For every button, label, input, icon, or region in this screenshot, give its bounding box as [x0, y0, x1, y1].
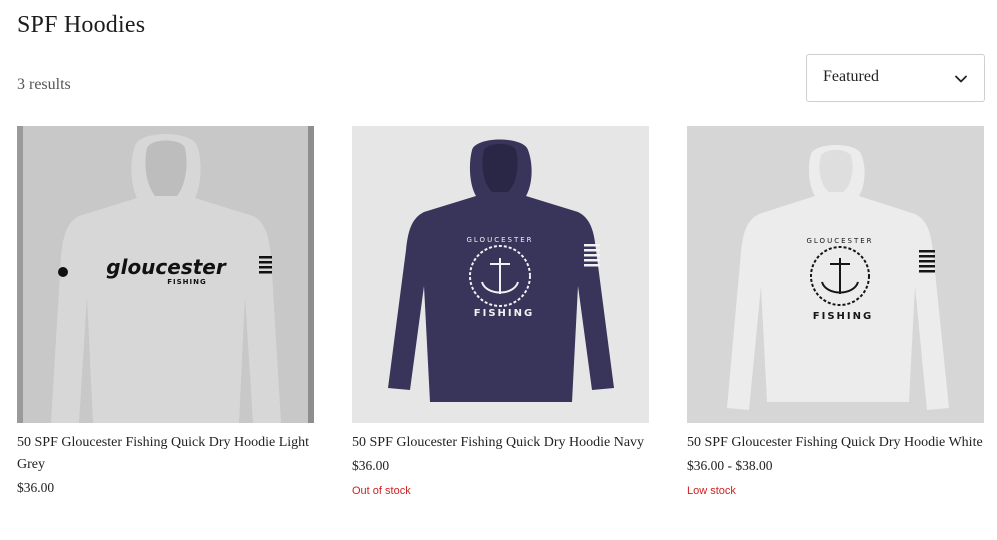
product-image[interactable]: GLOUCESTER FISHING	[352, 126, 649, 423]
product-card[interactable]: GLOUCESTER FISHING 50 SPF Gloucester Fis…	[352, 126, 649, 497]
sort-selected-value: Featured	[823, 68, 879, 85]
stock-status: Low stock	[687, 485, 736, 497]
logo-subtext: FISHING	[813, 311, 873, 322]
page-title: SPF Hoodies	[17, 12, 146, 38]
logo-text: GLOUCESTER	[466, 236, 533, 244]
product-image[interactable]: gloucester FISHING	[17, 126, 314, 423]
product-price: $36.00	[352, 458, 390, 473]
logo-text: gloucester	[106, 255, 227, 279]
chevron-down-icon	[955, 75, 967, 83]
product-name[interactable]: 50 SPF Gloucester Fishing Quick Dry Hood…	[17, 432, 314, 476]
result-count: 3 results	[17, 76, 71, 93]
product-price: $36.00	[17, 480, 55, 495]
sleeve-logo-graphic	[58, 267, 68, 277]
product-name[interactable]: 50 SPF Gloucester Fishing Quick Dry Hood…	[687, 432, 984, 454]
stock-status: Out of stock	[352, 485, 411, 497]
product-card[interactable]: gloucester FISHING 50 SPF Gloucester Fis…	[17, 126, 314, 507]
product-image[interactable]: GLOUCESTER FISHING	[687, 126, 984, 423]
logo-subtext: FISHING	[474, 308, 534, 319]
product-name[interactable]: 50 SPF Gloucester Fishing Quick Dry Hood…	[352, 432, 649, 454]
logo-subtext: FISHING	[167, 278, 207, 286]
sort-dropdown[interactable]: Featured	[806, 54, 985, 102]
logo-text: GLOUCESTER	[806, 237, 873, 245]
product-price: $36.00 - $38.00	[687, 458, 773, 473]
product-card[interactable]: GLOUCESTER FISHING 50 SPF Gloucester Fis…	[687, 126, 984, 497]
